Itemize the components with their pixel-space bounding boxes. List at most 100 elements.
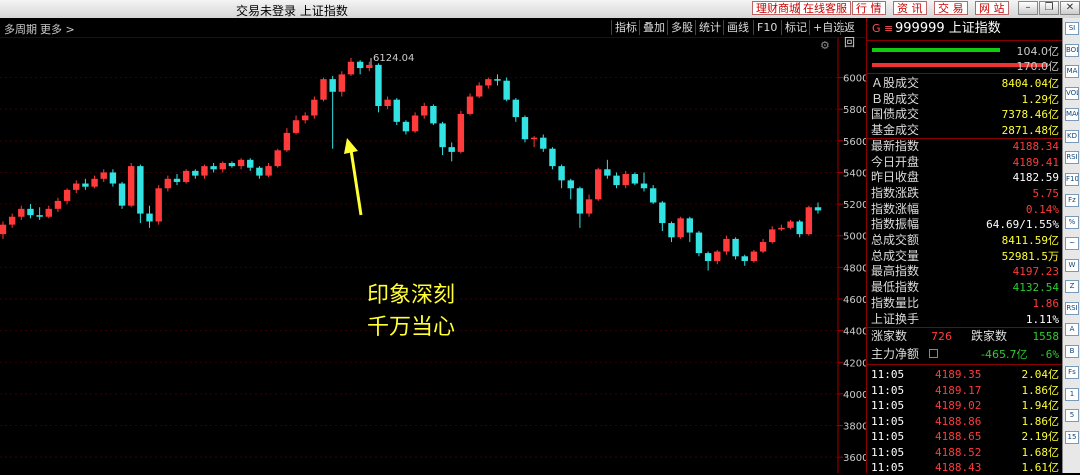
quote-label: 国债成交: [871, 107, 920, 122]
candle: [805, 205, 813, 236]
candle: [237, 158, 245, 170]
stats-button[interactable]: 统计: [695, 20, 724, 35]
candle-body: [796, 221, 803, 235]
tool-icon[interactable]: RSI: [1065, 301, 1079, 315]
candle: [320, 77, 327, 102]
tool-icon[interactable]: SI: [1065, 22, 1079, 35]
tool-icon[interactable]: MA: [1065, 65, 1079, 78]
candle: [265, 162, 272, 178]
quotes-button[interactable]: 行 情: [852, 1, 886, 15]
service-button[interactable]: 在线客服: [799, 1, 851, 15]
f10-button[interactable]: F10: [753, 20, 780, 35]
candle: [503, 77, 510, 102]
candle-body: [393, 99, 400, 122]
candle-body: [118, 183, 126, 206]
tool-icon[interactable]: Fz: [1065, 194, 1079, 207]
stock-header: G ≡ 999999 上证指数: [867, 18, 1063, 41]
tool-icon[interactable]: W: [1065, 258, 1079, 272]
candle-body: [320, 79, 327, 100]
mark-button[interactable]: 标记: [781, 20, 810, 35]
candle: [329, 75, 336, 149]
quote-label: 指数振幅: [871, 217, 920, 232]
candle: [118, 181, 126, 209]
net-percent: -6%: [1039, 348, 1059, 361]
candle: [192, 169, 199, 179]
tool-icon[interactable]: 1: [1065, 387, 1079, 401]
quote-row: 总成交量 52981.5万: [871, 249, 1059, 264]
candle-body: [247, 159, 254, 168]
candle-body: [82, 183, 89, 187]
tool-icon[interactable]: B: [1065, 344, 1079, 358]
candle: [210, 162, 217, 173]
tool-icon[interactable]: F10: [1065, 172, 1079, 186]
tool-icon[interactable]: BOLL: [1065, 43, 1079, 57]
quote-value: 4188.34: [1012, 139, 1059, 153]
candle: [356, 60, 364, 75]
quote-row: 指数振幅 64.69/1.55%: [871, 217, 1059, 232]
tool-icon[interactable]: KD: [1065, 129, 1079, 143]
candle-body: [283, 132, 291, 151]
back-button[interactable]: 返回: [840, 20, 866, 49]
tool-icon[interactable]: 5: [1065, 409, 1079, 422]
y-tick-label: 5000: [843, 232, 866, 243]
quote-row: 最低指数 4132.54: [871, 280, 1059, 295]
website-button[interactable]: 网 站: [975, 1, 1009, 15]
candle-body: [659, 202, 666, 224]
candle: [292, 115, 300, 135]
candle-body: [448, 147, 455, 152]
candle-body: [485, 79, 492, 86]
multi-period-button[interactable]: 多周期: [4, 21, 37, 37]
candle: [750, 249, 758, 263]
restore-icon[interactable]: ❐: [1039, 1, 1059, 15]
tool-icon[interactable]: A: [1065, 323, 1079, 336]
close-icon[interactable]: ✕: [1060, 1, 1080, 15]
divider: [867, 327, 1063, 328]
net-detail-icon[interactable]: [929, 349, 938, 358]
y-tick-label: 6000: [843, 74, 866, 85]
indicator-button[interactable]: 指标: [611, 20, 640, 35]
candle-body: [704, 253, 712, 262]
minimize-icon[interactable]: –: [1018, 1, 1038, 15]
draw-line-button[interactable]: 画线: [723, 20, 752, 35]
candle: [457, 110, 465, 154]
candle: [485, 77, 492, 89]
annotation-line-1: 印象深刻: [367, 283, 455, 308]
quote-row: 今日开盘 4189.41: [871, 155, 1059, 170]
candle-body: [210, 166, 217, 170]
tool-icon[interactable]: VOL: [1065, 86, 1079, 100]
candle-body: [228, 162, 236, 167]
fall-value: 1558: [1032, 330, 1060, 343]
candle: [256, 166, 263, 179]
candle-body: [54, 200, 62, 209]
rise-value: 726: [931, 330, 952, 343]
mall-button[interactable]: 理财商城: [752, 1, 804, 15]
multi-stock-button[interactable]: 多股: [667, 20, 696, 35]
quote-row: 最高指数 4197.23: [871, 264, 1059, 279]
candle: [595, 167, 602, 201]
tool-icon[interactable]: MACD: [1065, 108, 1079, 121]
more-button[interactable]: 更多 >: [40, 21, 75, 37]
tick-time: 11:05: [871, 430, 905, 443]
quote-row: 基金成交 2871.48亿: [871, 123, 1059, 138]
overlay-button[interactable]: 叠加: [639, 20, 668, 35]
tool-icon[interactable]: Z: [1065, 280, 1079, 293]
tool-icon[interactable]: ~: [1065, 237, 1079, 250]
tick-time: 11:05: [871, 368, 905, 381]
candle: [659, 200, 666, 231]
news-button[interactable]: 资 讯: [893, 1, 927, 15]
candle-body: [375, 64, 382, 107]
tool-icon[interactable]: RSI: [1065, 151, 1079, 164]
candle-body: [8, 216, 16, 225]
candle: [695, 230, 703, 257]
candle: [640, 172, 648, 192]
candle: [540, 134, 547, 152]
candlestick-chart[interactable]: 6000 5800 5600 5400 5200 5000 4800 4600 4400 4200…: [0, 38, 866, 473]
fall-label: 跌家数: [971, 329, 1008, 343]
tool-icon[interactable]: %: [1065, 215, 1079, 229]
candle: [677, 216, 684, 239]
tool-icon[interactable]: 15: [1065, 430, 1079, 444]
trade-button[interactable]: 交 易: [934, 1, 968, 15]
chart-settings-icon[interactable]: ⚙: [820, 39, 830, 52]
y-tick-label: 4600: [843, 295, 866, 306]
tool-icon[interactable]: Fs: [1065, 366, 1079, 379]
